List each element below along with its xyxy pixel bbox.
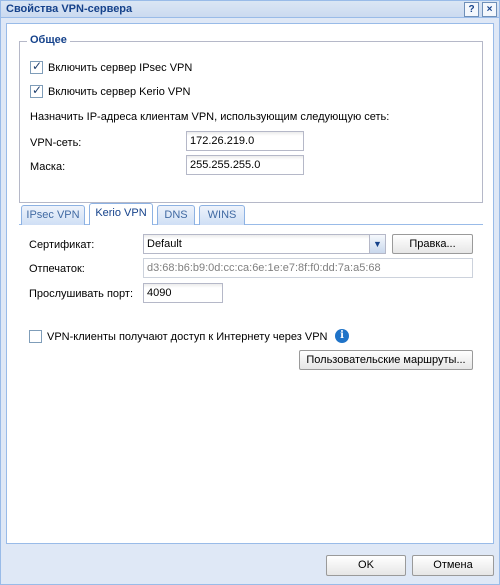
kerio-enable-row[interactable]: Включить сервер Kerio VPN [30,83,191,98]
vpn-network-input[interactable]: 172.26.219.0 [186,131,304,151]
fingerprint-field: d3:68:b6:b9:0d:cc:ca:6e:1e:e7:8f:f0:dd:7… [143,258,473,278]
cancel-button[interactable]: Отмена [412,555,494,576]
dialog-title: Свойства VPN-сервера [6,3,133,15]
ipsec-enable-row[interactable]: Включить сервер IPsec VPN [30,59,193,74]
listen-port-input[interactable]: 4090 [143,283,223,303]
help-icon[interactable]: ? [464,2,479,17]
internet-access-row[interactable]: VPN-клиенты получают доступ к Интернету … [29,330,328,343]
tab-kerio-vpn[interactable]: Kerio VPN [89,203,153,225]
internet-access-checkbox[interactable] [29,330,42,343]
general-fieldset: Общее Включить сервер IPsec VPN Включить… [19,34,483,203]
certificate-combo[interactable]: Default [143,234,371,254]
vpn-network-label: VPN-сеть: [30,137,82,149]
ok-button[interactable]: OK [326,555,406,576]
custom-routes-button[interactable]: Пользовательские маршруты... [299,350,473,370]
kerio-enable-label: Включить сервер Kerio VPN [48,85,191,98]
title-bar[interactable]: Свойства VPN-сервера ? × [1,1,499,18]
certificate-label: Сертификат: [29,239,95,251]
kerio-enable-checkbox[interactable] [30,83,43,98]
ipsec-enable-label: Включить сервер IPsec VPN [48,61,193,74]
tab-dns[interactable]: DNS [157,205,195,225]
dialog-footer: OK Отмена [1,549,499,584]
edit-certificate-button[interactable]: Правка... [392,234,473,254]
ipsec-enable-checkbox[interactable] [30,59,43,74]
chevron-down-icon[interactable]: ▼ [369,234,386,254]
fingerprint-label: Отпечаток: [29,263,85,275]
internet-access-label: VPN-клиенты получают доступ к Интернету … [47,330,328,343]
tab-ipsec-vpn[interactable]: IPsec VPN [21,205,85,225]
vpn-server-properties-dialog: Свойства VPN-сервера ? × Общее Включить … [0,0,500,585]
info-icon[interactable]: i [335,329,349,343]
mask-label: Маска: [30,161,66,173]
tab-strip: IPsec VPN Kerio VPN DNS WINS [19,202,483,225]
listen-port-label: Прослушивать порт: [29,288,133,300]
mask-input[interactable]: 255.255.255.0 [186,155,304,175]
general-legend: Общее [27,34,70,46]
dialog-body: Общее Включить сервер IPsec VPN Включить… [6,23,494,544]
assign-ip-text: Назначить IP-адреса клиентам VPN, исполь… [30,111,390,123]
tab-wins[interactable]: WINS [199,205,245,225]
close-icon[interactable]: × [482,2,497,17]
